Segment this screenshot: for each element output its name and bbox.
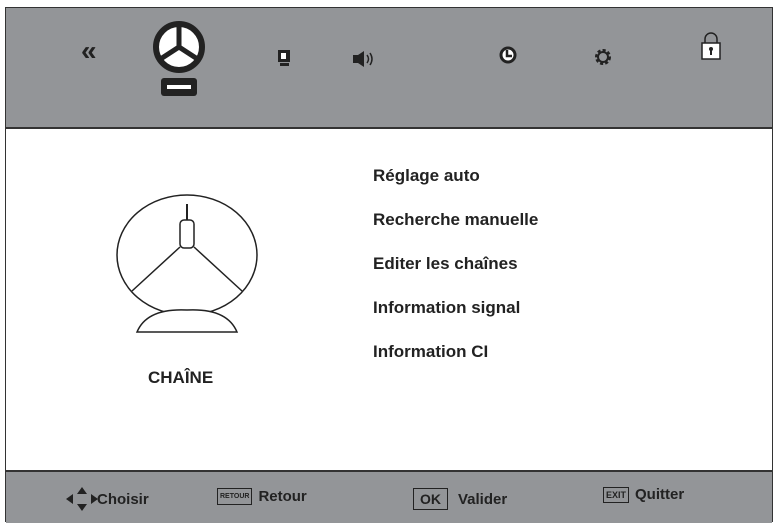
back-icon[interactable]: «	[81, 35, 97, 67]
section-title: CHAÎNE	[148, 368, 214, 387]
hint-ok-label: Valider	[458, 490, 508, 508]
menu-item-ci-info[interactable]: Information CI	[373, 342, 538, 386]
channel-menu: Réglage auto Recherche manuelle Editer l…	[373, 166, 538, 386]
sound-icon[interactable]	[352, 50, 374, 68]
satellite-dish-illustration	[116, 194, 258, 333]
ok-key-icon: OK	[413, 488, 448, 510]
hint-back-label: Retour	[258, 488, 307, 505]
menu-item-edit-channels[interactable]: Editer les chaînes	[373, 254, 538, 298]
back-key-icon: RETOUR	[217, 488, 253, 505]
top-menu-bar: «	[6, 8, 772, 129]
channel-icon[interactable]	[152, 20, 206, 98]
arrows-icon	[66, 487, 98, 511]
settings-icon[interactable]	[594, 48, 612, 66]
time-icon[interactable]	[499, 46, 517, 64]
hint-exit: EXIT Quitter	[603, 486, 684, 503]
menu-item-manual-search[interactable]: Recherche manuelle	[373, 210, 538, 254]
menu-item-signal-info[interactable]: Information signal	[373, 298, 538, 342]
hint-choose-label: Choisir	[97, 490, 149, 508]
hint-choose: Choisir	[65, 486, 149, 512]
hint-ok: OK Valider	[413, 488, 507, 510]
hint-exit-label: Quitter	[635, 486, 685, 503]
lock-icon[interactable]	[700, 31, 722, 61]
menu-item-auto-tuning[interactable]: Réglage auto	[373, 166, 538, 210]
picture-icon[interactable]	[277, 50, 291, 66]
hint-back: RETOUR Retour	[217, 488, 307, 505]
exit-key-icon: EXIT	[603, 486, 630, 503]
